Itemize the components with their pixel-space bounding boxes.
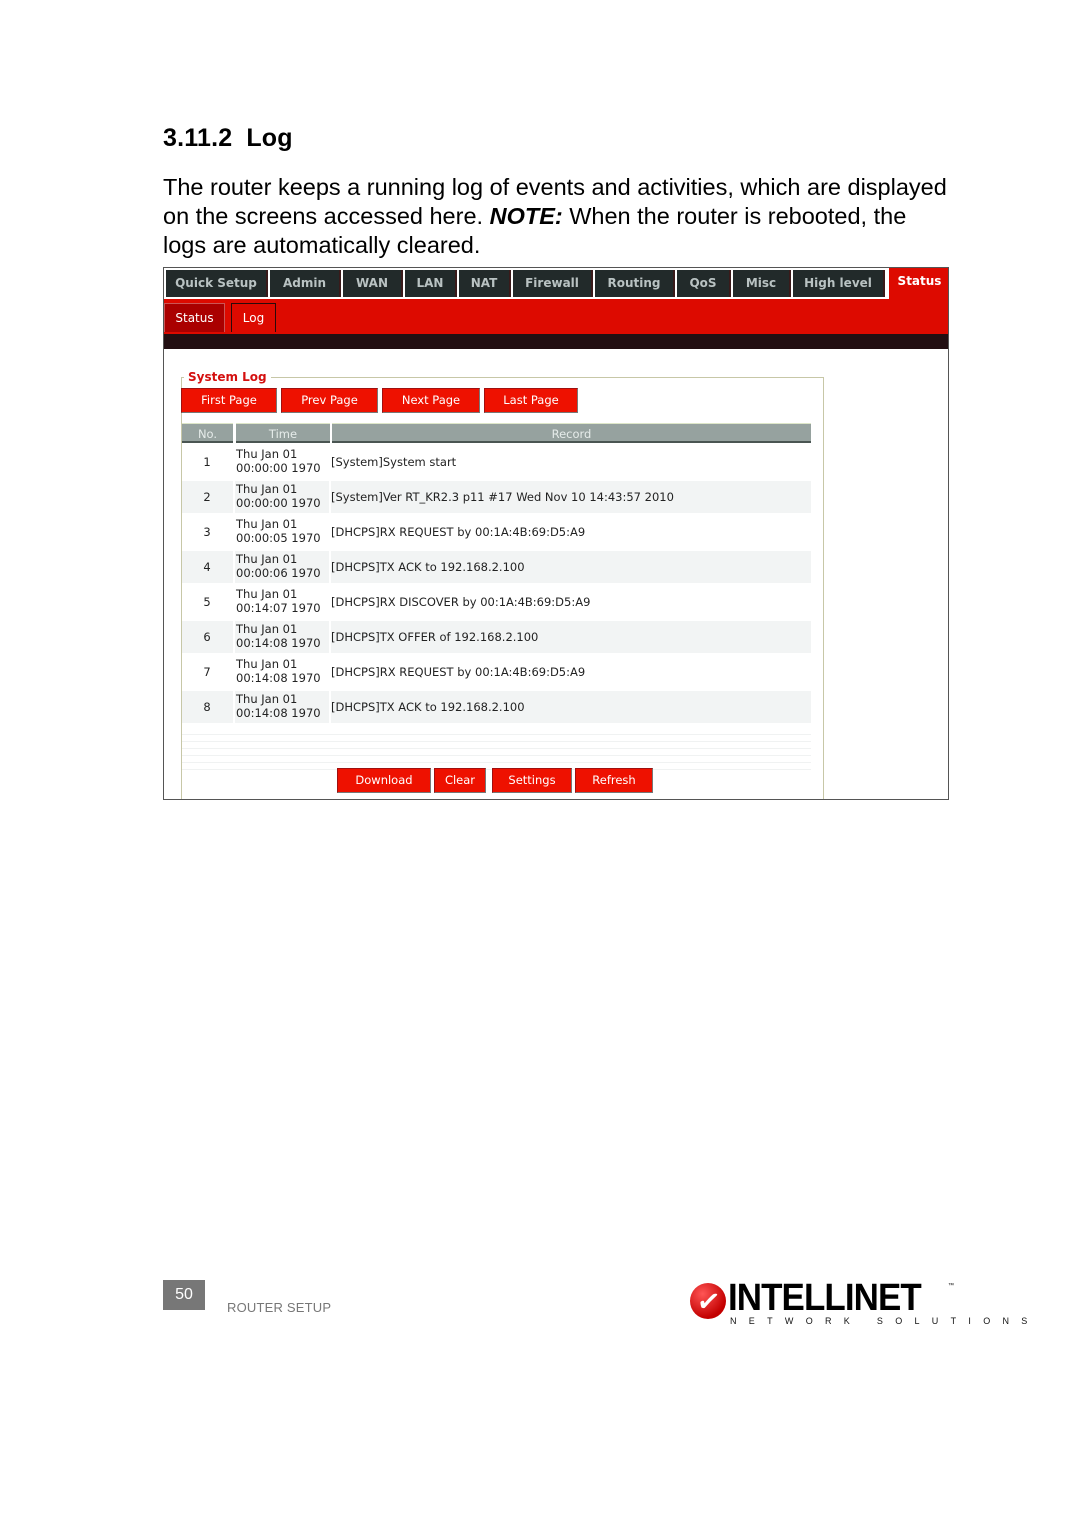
column-separator (233, 551, 235, 583)
column-separator (233, 516, 235, 548)
cell-no: 8 (203, 700, 211, 714)
column-header-record: Record (332, 423, 811, 443)
tab-high-level[interactable]: High level (793, 270, 885, 297)
column-separator (329, 516, 331, 548)
footer-section-label: ROUTER SETUP (227, 1300, 332, 1315)
log-table-row: 1 Thu Jan 01 00:00:00 1970 [System]System s… (182, 446, 811, 478)
column-separator (329, 691, 331, 723)
tab-wan[interactable]: WAN (343, 270, 403, 297)
cell-record: [DHCPS]RX REQUEST by 00:1A:4B:69:D5:A9 (331, 665, 586, 679)
column-separator (329, 446, 331, 478)
subtab-log[interactable]: Log (231, 303, 276, 332)
cell-no: 7 (203, 665, 211, 679)
router-log-screenshot: Quick Setup Admin WAN LAN NAT Firewall R… (163, 267, 949, 800)
column-separator (329, 656, 331, 688)
subtab-status[interactable]: Status (164, 303, 225, 332)
page-number: 50 (163, 1280, 205, 1310)
checkmark-glyph: ✓ (694, 1284, 723, 1319)
section-title: Log (246, 124, 293, 152)
empty-row-line (182, 762, 811, 763)
cell-no: 2 (203, 490, 211, 504)
top-nav: Quick Setup Admin WAN LAN NAT Firewall R… (164, 268, 948, 299)
log-table-row: 7 Thu Jan 01 00:14:08 1970 [DHCPS]RX REQUES… (182, 656, 811, 688)
cell-no: 5 (203, 595, 211, 609)
tab-routing[interactable]: Routing (595, 270, 675, 297)
column-separator (329, 586, 331, 618)
cell-record: [DHCPS]RX REQUEST by 00:1A:4B:69:D5:A9 (331, 525, 586, 539)
empty-row-line (182, 734, 811, 735)
section-number: 3.11.2 (163, 124, 233, 152)
intro-paragraph: The router keeps a running log of events… (163, 173, 953, 260)
section-heading: 3.11.2 Log (163, 124, 293, 153)
divider-bar (164, 334, 948, 349)
column-separator (329, 551, 331, 583)
refresh-button[interactable]: Refresh (575, 768, 653, 793)
download-button[interactable]: Download (337, 768, 431, 793)
tab-firewall[interactable]: Firewall (513, 270, 593, 297)
note-label: NOTE: (489, 203, 563, 229)
column-separator (329, 621, 331, 653)
column-header-time: Time (236, 423, 330, 443)
tab-nat[interactable]: NAT (459, 270, 511, 297)
tab-status[interactable]: Status (889, 268, 948, 299)
cell-record: [DHCPS]RX DISCOVER by 00:1A:4B:69:D5:A9 (331, 595, 591, 609)
cell-no: 6 (203, 630, 211, 644)
trademark-symbol: ™ (948, 1283, 954, 1289)
log-table-row: 8 Thu Jan 01 00:14:08 1970 [DHCPS]TX ACK to… (182, 691, 811, 723)
column-separator (233, 691, 235, 723)
intellinet-logo: ✓ INTELLINET ™ NETWORK SOLUTIONS (690, 1277, 1027, 1331)
cell-record: [DHCPS]TX ACK to 192.168.2.100 (331, 700, 525, 714)
logo-wordmark: INTELLINET (728, 1277, 922, 1319)
log-table-row: 5 Thu Jan 01 00:14:07 1970 [DHCPS]RX DISCOV… (182, 586, 811, 618)
cell-record: [DHCPS]TX OFFER of 192.168.2.100 (331, 630, 539, 644)
next-page-button[interactable]: Next Page (382, 388, 480, 413)
cell-record: [DHCPS]TX ACK to 192.168.2.100 (331, 560, 525, 574)
log-table-row: 4 Thu Jan 01 00:00:06 1970 [DHCPS]TX ACK to… (182, 551, 811, 583)
empty-row-line (182, 741, 811, 742)
cell-no: 1 (203, 455, 211, 469)
cell-record: [System]System start (331, 455, 457, 469)
column-separator (233, 621, 235, 653)
tab-misc[interactable]: Misc (733, 270, 791, 297)
cell-record: [System]Ver RT_KR2.3 p11 #17 Wed Nov 10 … (331, 490, 674, 504)
first-page-button[interactable]: First Page (181, 388, 277, 413)
checkmark-logo-icon: ✓ (690, 1283, 726, 1319)
logo-tagline: NETWORK SOLUTIONS (730, 1316, 1040, 1326)
clear-button[interactable]: Clear (434, 768, 486, 793)
log-table-row: 6 Thu Jan 01 00:14:08 1970 [DHCPS]TX OFFER … (182, 621, 811, 653)
cell-no: 4 (203, 560, 211, 574)
column-separator (233, 656, 235, 688)
tab-admin[interactable]: Admin (270, 270, 341, 297)
last-page-button[interactable]: Last Page (484, 388, 578, 413)
tab-quick-setup[interactable]: Quick Setup (166, 270, 268, 297)
sub-nav: Status Log (164, 299, 948, 334)
column-separator (233, 586, 235, 618)
column-separator (233, 481, 235, 513)
column-header-no: No. (182, 423, 233, 443)
column-separator (233, 446, 235, 478)
settings-button[interactable]: Settings (492, 768, 572, 793)
log-table-row: 2 Thu Jan 01 00:00:00 1970 [System]Ver RT_K… (182, 481, 811, 513)
tab-lan[interactable]: LAN (405, 270, 457, 297)
empty-row-line (182, 748, 811, 749)
panel-title: System Log (184, 370, 271, 384)
tab-qos[interactable]: QoS (677, 270, 731, 297)
log-table-row: 3 Thu Jan 01 00:00:05 1970 [DHCPS]RX REQUES… (182, 516, 811, 548)
cell-no: 3 (203, 525, 211, 539)
column-separator (329, 481, 331, 513)
empty-row-line (182, 755, 811, 756)
prev-page-button[interactable]: Prev Page (281, 388, 378, 413)
